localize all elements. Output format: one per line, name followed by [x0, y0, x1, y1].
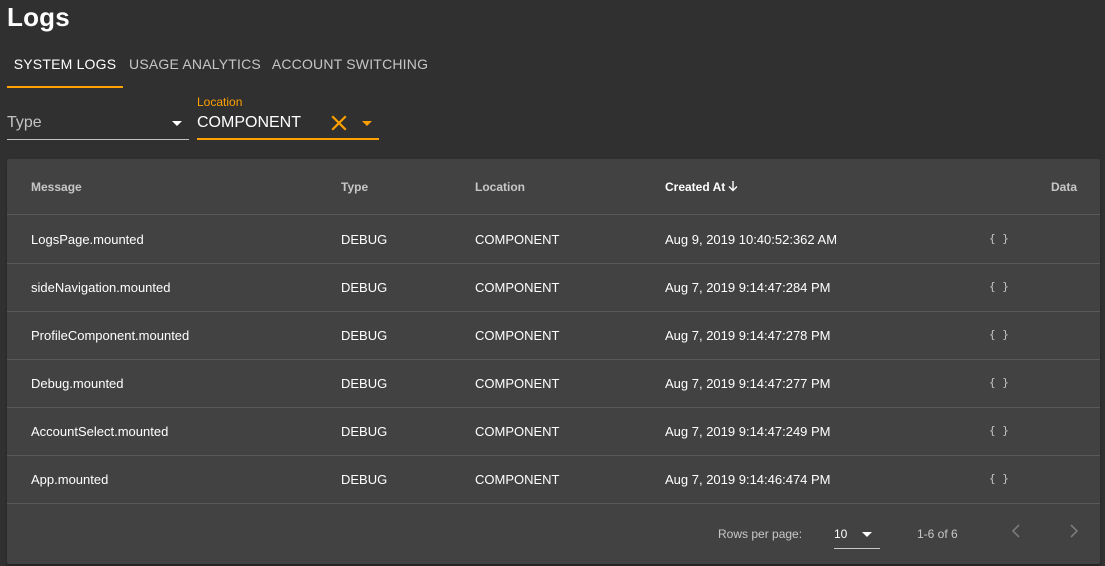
arrow-down-icon — [727, 180, 739, 195]
tab-system-logs[interactable]: SYSTEM LOGS — [7, 40, 123, 88]
table-row[interactable]: App.mounted DEBUG COMPONENT Aug 7, 2019 … — [7, 456, 1100, 504]
cell-message: AccountSelect.mounted — [31, 424, 169, 439]
next-page-button[interactable] — [1062, 519, 1086, 543]
tab-bar: SYSTEM LOGS USAGE ANALYTICS ACCOUNT SWIT… — [7, 40, 433, 88]
cell-location: COMPONENT — [475, 424, 560, 439]
cell-type: DEBUG — [341, 328, 388, 343]
table-row[interactable]: AccountSelect.mounted DEBUG COMPONENT Au… — [7, 408, 1100, 456]
column-header-message[interactable]: Message — [31, 180, 82, 194]
chevron-down-icon[interactable] — [362, 121, 372, 126]
column-header-data: Data — [1051, 180, 1078, 194]
cell-type: DEBUG — [341, 280, 388, 295]
cell-location: COMPONENT — [475, 328, 560, 343]
chevron-left-icon — [1011, 524, 1020, 538]
rows-per-page-value: 10 — [834, 527, 848, 541]
column-header-created-at-label: Created At — [665, 180, 726, 194]
chevron-right-icon — [1070, 524, 1079, 538]
logs-page: Logs SYSTEM LOGS USAGE ANALYTICS ACCOUNT… — [0, 0, 1105, 566]
json-data-icon[interactable]: { } — [989, 328, 1009, 341]
cell-location: COMPONENT — [475, 376, 560, 391]
cell-created-at: Aug 7, 2019 9:14:47:284 PM — [665, 280, 831, 295]
column-header-type[interactable]: Type — [341, 180, 368, 194]
location-select-underline — [197, 138, 379, 140]
close-icon[interactable] — [330, 114, 348, 132]
logs-table-card: Message Type Location Created At Data Lo… — [7, 159, 1100, 564]
cell-created-at: Aug 7, 2019 9:14:47:277 PM — [665, 376, 831, 391]
type-select-underline — [7, 139, 189, 140]
tab-usage-analytics[interactable]: USAGE ANALYTICS — [123, 40, 267, 88]
cell-type: DEBUG — [341, 376, 388, 391]
cell-type: DEBUG — [341, 232, 388, 247]
cell-message: LogsPage.mounted — [31, 232, 144, 247]
cell-location: COMPONENT — [475, 280, 560, 295]
location-select[interactable]: Location COMPONENT — [197, 92, 379, 140]
cell-message: Debug.mounted — [31, 376, 124, 391]
type-select-placeholder: Type — [7, 114, 42, 131]
cell-created-at: Aug 9, 2019 10:40:52:362 AM — [665, 232, 838, 247]
cell-created-at: Aug 7, 2019 9:14:47:278 PM — [665, 328, 831, 343]
cell-location: COMPONENT — [475, 232, 560, 247]
column-header-location[interactable]: Location — [475, 180, 525, 194]
column-header-created-at[interactable]: Created At — [665, 180, 739, 195]
cell-message: sideNavigation.mounted — [31, 280, 171, 295]
json-data-icon[interactable]: { } — [989, 232, 1009, 245]
cell-location: COMPONENT — [475, 472, 560, 487]
cell-type: DEBUG — [341, 424, 388, 439]
json-data-icon[interactable]: { } — [989, 376, 1009, 389]
type-select[interactable]: Type — [7, 92, 189, 140]
location-select-value: COMPONENT — [197, 114, 301, 131]
rows-per-page-select[interactable]: 10 — [834, 517, 880, 549]
json-data-icon[interactable]: { } — [989, 472, 1009, 485]
table-header: Message Type Location Created At Data — [7, 159, 1100, 215]
chevron-down-icon — [172, 121, 182, 126]
table-row[interactable]: ProfileComponent.mounted DEBUG COMPONENT… — [7, 312, 1100, 360]
rows-per-page-underline — [834, 548, 880, 549]
table-row[interactable]: sideNavigation.mounted DEBUG COMPONENT A… — [7, 264, 1100, 312]
cell-message: App.mounted — [31, 472, 109, 487]
json-data-icon[interactable]: { } — [989, 280, 1009, 293]
page-range: 1-6 of 6 — [917, 527, 958, 541]
cell-type: DEBUG — [341, 472, 388, 487]
rows-per-page-label: Rows per page: — [718, 527, 803, 541]
table-row[interactable]: Debug.mounted DEBUG COMPONENT Aug 7, 201… — [7, 360, 1100, 408]
location-select-label: Location — [197, 95, 243, 109]
tab-account-switching[interactable]: ACCOUNT SWITCHING — [267, 40, 433, 88]
page-title: Logs — [7, 2, 70, 32]
json-data-icon[interactable]: { } — [989, 424, 1009, 437]
chevron-down-icon — [862, 532, 872, 537]
cell-created-at: Aug 7, 2019 9:14:47:249 PM — [665, 424, 831, 439]
cell-created-at: Aug 7, 2019 9:14:46:474 PM — [665, 472, 831, 487]
table-row[interactable]: LogsPage.mounted DEBUG COMPONENT Aug 9, … — [7, 216, 1100, 264]
cell-message: ProfileComponent.mounted — [31, 328, 190, 343]
table-pagination: Rows per page: 10 1-6 of 6 — [7, 505, 1100, 563]
previous-page-button[interactable] — [1004, 519, 1028, 543]
